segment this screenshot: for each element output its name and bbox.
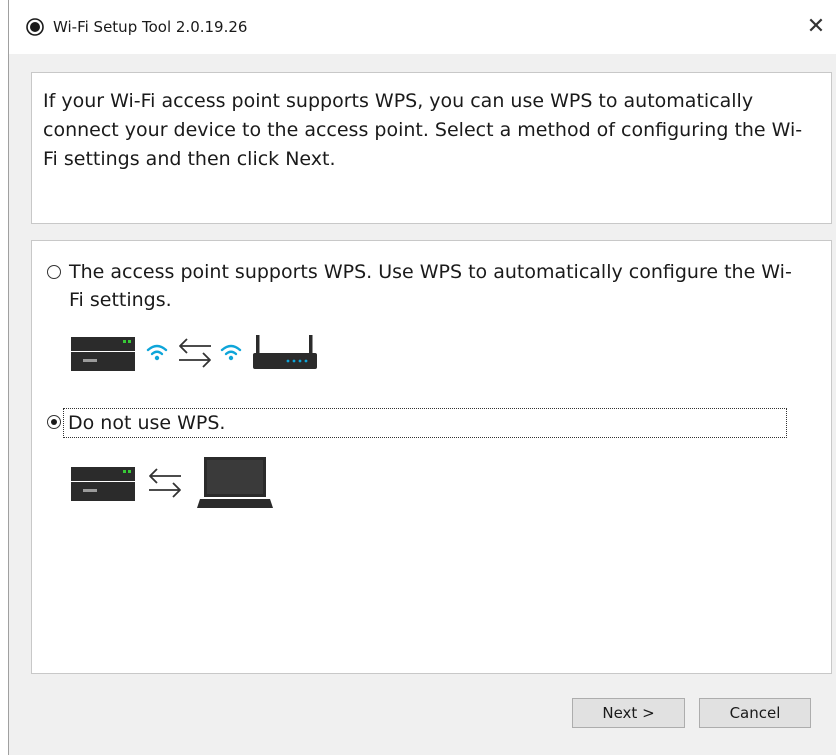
no-wps-option-label[interactable]: Do not use WPS.: [63, 408, 787, 438]
instructions-panel: If your Wi-Fi access point supports WPS,…: [31, 72, 832, 224]
title-bar: Wi-Fi Setup Tool 2.0.19.26 ✕: [9, 0, 836, 54]
wifi-icon: [220, 344, 242, 361]
options-panel: The access point supports WPS. Use WPS t…: [31, 240, 832, 674]
wps-option[interactable]: The access point supports WPS. Use WPS t…: [47, 258, 799, 314]
cancel-button[interactable]: Cancel: [699, 698, 811, 728]
no-wps-radio[interactable]: [47, 415, 61, 429]
exchange-arrows-icon: [179, 338, 211, 368]
printer-icon: [71, 467, 135, 501]
wps-option-label[interactable]: The access point supports WPS. Use WPS t…: [69, 258, 799, 314]
setup-window: Wi-Fi Setup Tool 2.0.19.26 ✕ If your Wi-…: [8, 0, 836, 755]
instructions-text: If your Wi-Fi access point supports WPS,…: [43, 90, 803, 170]
app-icon: [26, 18, 44, 36]
window-title: Wi-Fi Setup Tool 2.0.19.26: [53, 18, 248, 36]
no-wps-option[interactable]: Do not use WPS.: [47, 408, 787, 438]
wps-illustration: [71, 335, 317, 371]
router-icon: [253, 335, 317, 369]
wifi-icon: [146, 344, 168, 361]
no-wps-illustration: [71, 457, 273, 509]
wps-radio[interactable]: [47, 265, 61, 279]
next-button[interactable]: Next >: [572, 698, 685, 728]
exchange-arrows-icon: [149, 468, 181, 498]
printer-icon: [71, 337, 135, 371]
close-icon[interactable]: ✕: [801, 12, 831, 42]
laptop-icon: [197, 457, 273, 508]
